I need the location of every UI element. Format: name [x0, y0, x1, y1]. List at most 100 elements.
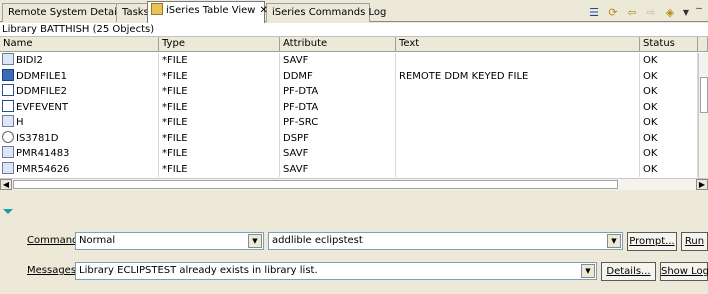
- column-header-extra[interactable]: [698, 37, 708, 52]
- menu-icon[interactable]: ▼: [681, 5, 691, 20]
- column-header-type[interactable]: Type: [159, 37, 280, 52]
- vertical-scrollbar[interactable]: [698, 53, 708, 180]
- object-name: BIDI2: [16, 55, 43, 66]
- tab-remote-system-details[interactable]: Remote System Details: [2, 3, 125, 22]
- filter-icon[interactable]: ☰: [586, 5, 602, 20]
- object-text: [396, 84, 640, 100]
- column-header-status[interactable]: Status: [640, 37, 698, 52]
- table-row[interactable]: DDMFILE2 *FILE PF-DTA OK: [0, 84, 700, 100]
- object-attribute: PF-SRC: [280, 115, 396, 131]
- run-button[interactable]: Run: [681, 232, 708, 251]
- table-row[interactable]: IS3781D *FILE DSPF OK: [0, 130, 700, 146]
- physical-file-icon: [2, 84, 14, 96]
- column-header-text[interactable]: Text: [396, 37, 640, 52]
- scroll-right-arrow-icon[interactable]: ▶: [696, 179, 708, 190]
- show-log-button[interactable]: Show Log: [660, 262, 708, 281]
- command-mode-select[interactable]: Normal ▼: [75, 232, 264, 250]
- command-input-value: addlible eclipstest: [272, 235, 363, 246]
- refresh-icon[interactable]: ⟳: [605, 5, 621, 20]
- table-row[interactable]: PMR54626 *FILE SAVF OK: [0, 161, 700, 177]
- horizontal-scrollbar[interactable]: ◀ ▶: [0, 178, 708, 190]
- table-row[interactable]: EVFEVENT *FILE PF-DTA OK: [0, 99, 700, 115]
- command-input[interactable]: addlible eclipstest ▼: [268, 232, 623, 250]
- messages-value: Library ECLIPSTEST already exists in lib…: [79, 265, 318, 276]
- tab-iseries-commands-log[interactable]: iSeries Commands Log: [266, 3, 386, 22]
- object-text: [396, 130, 640, 146]
- source-file-icon: [2, 115, 14, 127]
- tab-label: iSeries Table View: [166, 5, 256, 16]
- object-attribute: DDMF: [280, 68, 396, 84]
- object-attribute: PF-DTA: [280, 84, 396, 100]
- back-icon[interactable]: ⇦: [624, 5, 640, 20]
- object-text: REMOTE DDM KEYED FILE: [396, 68, 640, 84]
- collapse-icon[interactable]: ◈: [662, 5, 678, 20]
- view-toolbar: ☰ ⟳ ⇦ ⇨ ◈ ▼ ‾: [586, 4, 704, 20]
- ddm-file-icon: [2, 68, 14, 81]
- messages-label: Messages: [27, 265, 77, 276]
- save-file-icon: [2, 146, 14, 158]
- physical-file-icon: [2, 99, 14, 112]
- object-type: *FILE: [159, 130, 280, 146]
- display-file-icon: [2, 130, 14, 143]
- column-header-name[interactable]: Name: [0, 37, 159, 52]
- objects-table: Name Type Attribute Text Status BIDI2 *F…: [0, 36, 708, 190]
- chevron-down-icon[interactable]: ▼: [607, 234, 621, 248]
- object-attribute: SAVF: [280, 53, 396, 69]
- chevron-down-icon[interactable]: ▼: [581, 264, 595, 278]
- close-icon[interactable]: ✕: [259, 5, 267, 16]
- table-row[interactable]: BIDI2 *FILE SAVF OK: [0, 53, 700, 69]
- object-type: *FILE: [159, 84, 280, 100]
- chevron-down-icon[interactable]: ▼: [248, 234, 262, 248]
- view-tab-bar: Remote System Details Tasks iSeries Tabl…: [0, 0, 708, 23]
- expand-triangle-icon[interactable]: [3, 209, 13, 214]
- object-type: *FILE: [159, 53, 280, 69]
- scroll-left-arrow-icon[interactable]: ◀: [0, 179, 12, 190]
- object-status: OK: [640, 99, 698, 115]
- object-status: OK: [640, 146, 698, 162]
- table-body: BIDI2 *FILE SAVF OK DDMFILE1 *FILE DDMF …: [0, 53, 700, 177]
- table-view-icon: [151, 3, 163, 15]
- object-attribute: DSPF: [280, 130, 396, 146]
- prompt-button[interactable]: Prompt...: [627, 232, 677, 251]
- save-file-icon: [2, 53, 14, 65]
- object-name: PMR41483: [16, 148, 70, 159]
- object-name: IS3781D: [16, 132, 59, 144]
- object-text: [396, 146, 640, 162]
- tab-tasks[interactable]: Tasks: [116, 3, 149, 22]
- column-header-attribute[interactable]: Attribute: [280, 37, 396, 52]
- object-text: [396, 53, 640, 69]
- save-file-icon: [2, 161, 14, 174]
- forward-icon[interactable]: ⇨: [643, 5, 659, 20]
- object-status: OK: [640, 115, 698, 131]
- messages-field[interactable]: Library ECLIPSTEST already exists in lib…: [75, 262, 597, 280]
- object-type: *FILE: [159, 115, 280, 131]
- object-type: *FILE: [159, 99, 280, 115]
- object-text: [396, 99, 640, 115]
- object-status: OK: [640, 68, 698, 84]
- object-name: H: [16, 117, 24, 128]
- minimize-icon[interactable]: ‾: [694, 5, 704, 20]
- object-name: DDMFILE1: [16, 70, 67, 82]
- object-text: [396, 115, 640, 131]
- object-type: *FILE: [159, 161, 280, 177]
- table-row[interactable]: H *FILE PF-SRC OK: [0, 115, 700, 131]
- library-summary: Library BATTHISH (25 Objects): [0, 23, 708, 36]
- object-name: PMR54626: [16, 163, 70, 175]
- vertical-scroll-thumb[interactable]: [700, 77, 708, 113]
- details-button[interactable]: Details...: [601, 262, 656, 281]
- object-text: [396, 161, 640, 177]
- object-attribute: SAVF: [280, 146, 396, 162]
- table-row[interactable]: PMR41483 *FILE SAVF OK: [0, 146, 700, 162]
- table-row[interactable]: DDMFILE1 *FILE DDMF REMOTE DDM KEYED FIL…: [0, 68, 700, 84]
- horizontal-scroll-thumb[interactable]: [13, 180, 618, 189]
- command-row: Command Normal ▼ addlible eclipstest ▼ P…: [0, 232, 708, 252]
- table-header: Name Type Attribute Text Status: [0, 37, 708, 52]
- command-mode-value: Normal: [79, 235, 116, 246]
- object-status: OK: [640, 84, 698, 100]
- tab-iseries-table-view[interactable]: iSeries Table View ✕: [147, 1, 268, 23]
- object-type: *FILE: [159, 68, 280, 84]
- object-name: DDMFILE2: [16, 86, 67, 97]
- object-name: EVFEVENT: [16, 101, 68, 113]
- object-attribute: SAVF: [280, 161, 396, 177]
- object-status: OK: [640, 161, 698, 177]
